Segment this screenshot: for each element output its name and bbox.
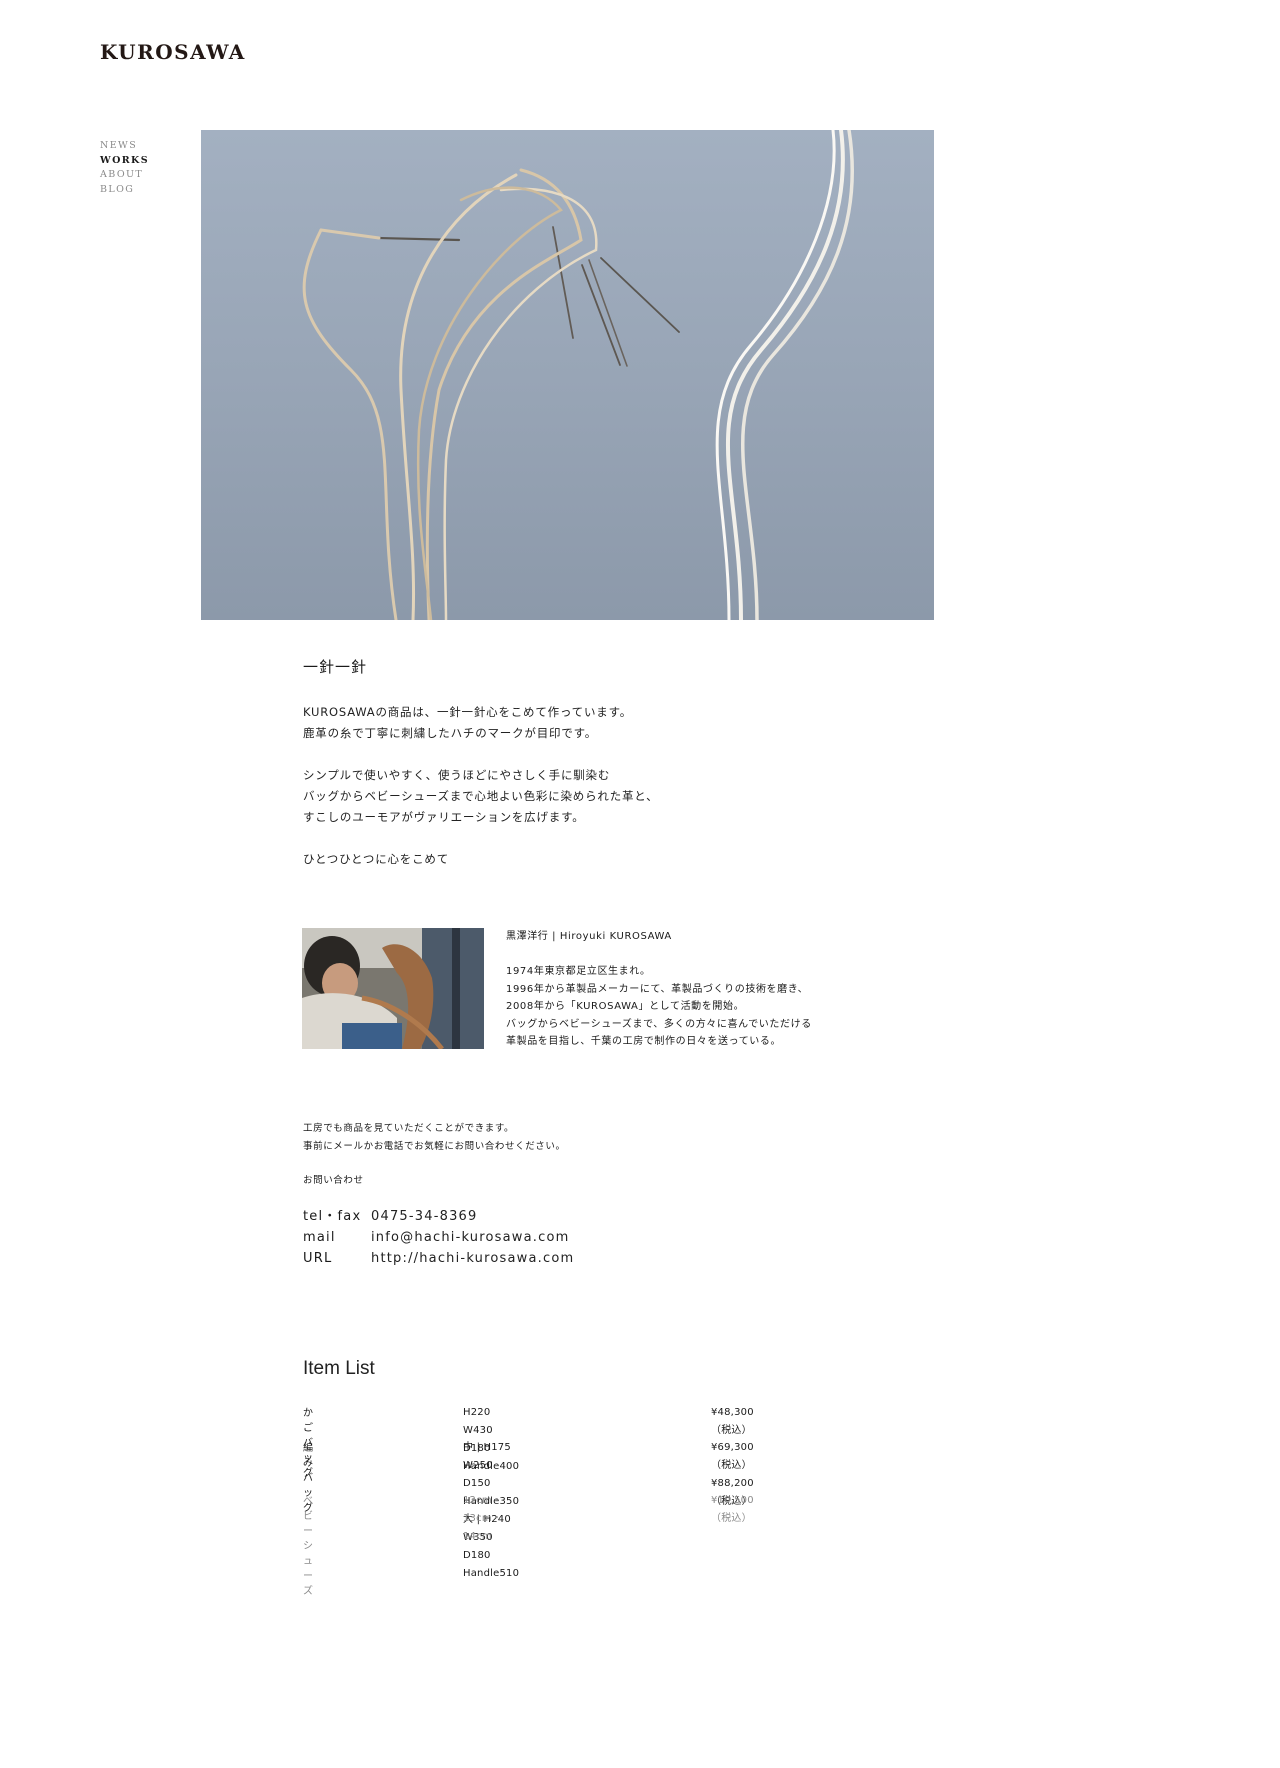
- intro-line: シンプルで使いやすく、使うほどにやさしく手に馴染む: [303, 768, 611, 782]
- nav-item-about[interactable]: ABOUT: [100, 168, 149, 183]
- leather-thread-illustration: [302, 130, 854, 620]
- profile-spacer: [506, 946, 812, 964]
- atelier-line: 事前にメールかお電話でお気軽にお問い合わせください。: [303, 1140, 566, 1152]
- item-list-title: Item List: [303, 1358, 375, 1379]
- intro-spacer: [303, 828, 658, 849]
- atelier-line: 工房でも商品を見ていただくことができます。: [303, 1123, 515, 1134]
- item-name: ベビーシューズ: [303, 1496, 314, 1597]
- contact-row-url: URL http://hachi-kurosawa.com: [303, 1248, 574, 1269]
- inquiry-label: お問い合わせ: [303, 1175, 364, 1186]
- item-price: ¥10,500（税込）: [711, 1495, 754, 1524]
- bio-line: バッグからベビーシューズまで、多くの方々に喜んでいただける: [506, 1018, 812, 1030]
- bio-line: 2008年から「KUROSAWA」として活動を開始。: [506, 1001, 745, 1012]
- atelier-note: 工房でも商品を見ていただくことができます。 事前にメールかお電話でお気軽にお問い…: [303, 1120, 566, 1155]
- intro-line: KUROSAWAの商品は、一針一針心をこめて作っています。: [303, 705, 633, 719]
- intro-spacer: [303, 744, 658, 765]
- intro-line: すこしのユーモアがヴァリエーションを広げます。: [303, 810, 585, 824]
- mail-label: mail: [303, 1230, 336, 1245]
- craftsman-photo: [302, 928, 484, 1049]
- intro-line: バッグからベビーシューズまで心地よい色彩に染められた革と、: [303, 789, 659, 803]
- craftsman-name: 黒澤洋行 | Hiroyuki KUROSAWA: [506, 931, 672, 942]
- bio-line: 革製品を目指し、千葉の工房で制作の日々を送っている。: [506, 1036, 782, 1047]
- page-title: 一針一針: [303, 658, 368, 676]
- intro-line: ひとつひとつに心をこめて: [303, 852, 449, 866]
- contact-info: tel・fax 0475-34-8369 mail info@hachi-kur…: [303, 1206, 574, 1269]
- craftsman-profile: 黒澤洋行 | Hiroyuki KUROSAWA 1974年東京都足立区生まれ。…: [506, 928, 812, 1051]
- tel-link[interactable]: 0475-34-8369: [371, 1206, 478, 1227]
- nav-item-blog[interactable]: BLOG: [100, 183, 149, 198]
- item-size: 12cm・13cm・14cm: [463, 1495, 502, 1542]
- tel-label: tel・fax: [303, 1209, 362, 1224]
- url-label: URL: [303, 1251, 333, 1266]
- main-nav: NEWS WORKS ABOUT BLOG: [100, 139, 149, 197]
- intro-text: KUROSAWAの商品は、一針一針心をこめて作っています。 鹿革の糸で丁寧に刺繍…: [303, 702, 658, 870]
- item-price: ¥69,300（税込）: [711, 1442, 754, 1471]
- contact-row-mail: mail info@hachi-kurosawa.com: [303, 1227, 574, 1248]
- site-logo[interactable]: KUROSAWA: [100, 40, 246, 64]
- hero-photo-leather-threads: [201, 130, 934, 620]
- nav-item-works[interactable]: WORKS: [100, 154, 149, 169]
- intro-line: 鹿革の糸で丁寧に刺繍したハチのマークが目印です。: [303, 726, 598, 740]
- contact-row-tel: tel・fax 0475-34-8369: [303, 1206, 574, 1227]
- mail-link[interactable]: info@hachi-kurosawa.com: [371, 1227, 570, 1248]
- url-link[interactable]: http://hachi-kurosawa.com: [371, 1248, 574, 1269]
- craftsman-photo-illustration: [302, 928, 484, 1049]
- item-price: ¥48,300（税込）: [711, 1407, 754, 1436]
- bio-line: 1974年東京都足立区生まれ。: [506, 966, 651, 977]
- bio-line: 1996年から革製品メーカーにて、革製品づくりの技術を磨き、: [506, 983, 809, 995]
- nav-item-news[interactable]: NEWS: [100, 139, 149, 154]
